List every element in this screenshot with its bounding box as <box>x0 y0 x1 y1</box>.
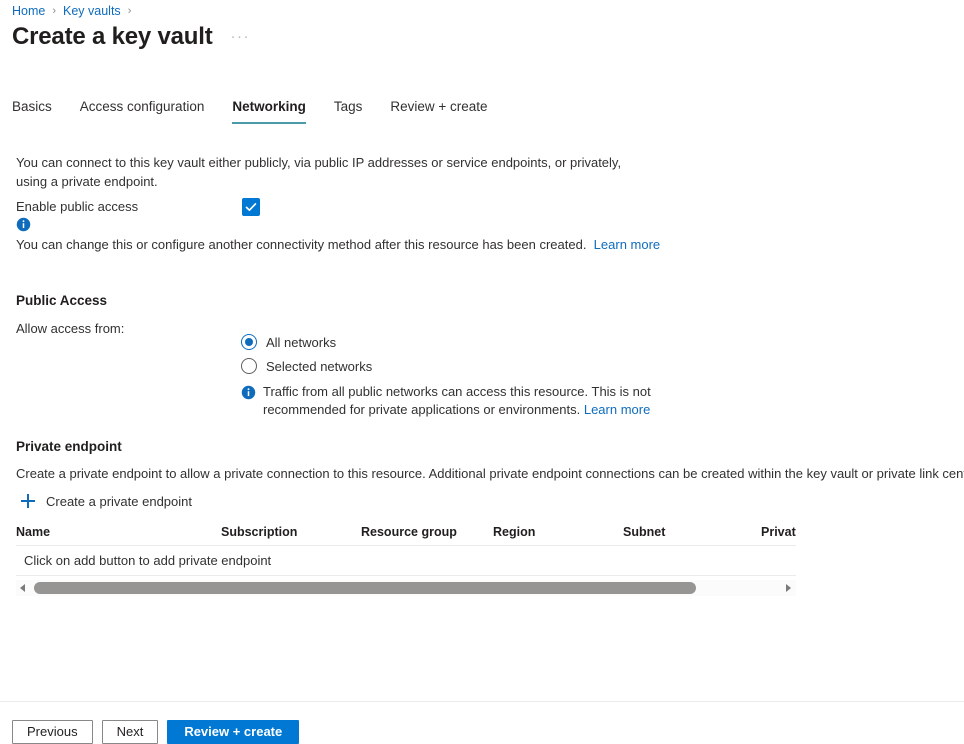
enable-public-access-checkbox[interactable] <box>242 198 260 216</box>
tab-access-configuration[interactable]: Access configuration <box>80 98 205 124</box>
info-icon <box>241 385 256 405</box>
column-header-region[interactable]: Region <box>493 525 623 539</box>
radio-option-all-networks[interactable]: All networks <box>241 330 372 354</box>
allow-access-from-radio-group: All networks Selected networks <box>241 330 372 378</box>
scroll-left-arrow-icon[interactable] <box>16 580 32 596</box>
column-header-private-dns-zone[interactable]: Private DNS Zone <box>761 525 796 539</box>
column-header-name[interactable]: Name <box>16 525 221 539</box>
breadcrumb: Home › Key vaults › <box>12 2 138 20</box>
enable-public-access-row: Enable public access <box>16 198 656 218</box>
plus-icon <box>20 493 36 509</box>
breadcrumb-item-key-vaults[interactable]: Key vaults <box>63 4 121 18</box>
radio-all-networks-label: All networks <box>266 335 336 350</box>
wizard-footer: Previous Next Review + create <box>12 720 308 744</box>
public-access-info-note: You can change this or configure another… <box>16 216 696 232</box>
public-access-heading: Public Access <box>16 293 107 308</box>
enable-public-access-label: Enable public access <box>16 199 138 214</box>
column-header-resource-group[interactable]: Resource group <box>361 525 493 539</box>
breadcrumb-item-home[interactable]: Home <box>12 4 45 18</box>
scrollbar-track[interactable] <box>34 582 778 594</box>
private-endpoint-heading: Private endpoint <box>16 439 122 454</box>
private-endpoint-description: Create a private endpoint to allow a pri… <box>16 465 964 483</box>
next-button[interactable]: Next <box>102 720 159 744</box>
radio-selected-networks-indicator[interactable] <box>241 358 257 374</box>
breadcrumb-separator-icon: › <box>52 5 56 17</box>
tab-tags[interactable]: Tags <box>334 98 363 124</box>
traffic-note-text: Traffic from all public networks can acc… <box>263 383 693 419</box>
private-endpoints-table: Name Subscription Resource group Region … <box>16 519 796 576</box>
column-header-subscription[interactable]: Subscription <box>221 525 361 539</box>
networking-intro-text: You can connect to this key vault either… <box>16 153 644 191</box>
private-endpoint-description-text: Create a private endpoint to allow a pri… <box>16 466 964 481</box>
wizard-tabs: Basics Access configuration Networking T… <box>12 98 516 126</box>
traffic-info-note: Traffic from all public networks can acc… <box>241 383 693 419</box>
public-access-note-text: You can change this or configure another… <box>16 236 660 254</box>
column-header-subnet[interactable]: Subnet <box>623 525 761 539</box>
tab-basics[interactable]: Basics <box>12 98 52 124</box>
breadcrumb-separator-icon: › <box>128 5 132 17</box>
table-horizontal-scrollbar[interactable] <box>16 580 796 596</box>
tab-review-create[interactable]: Review + create <box>390 98 487 124</box>
table-empty-row: Click on add button to add private endpo… <box>16 546 796 576</box>
scrollbar-thumb[interactable] <box>34 582 696 594</box>
traffic-note-learn-more-link[interactable]: Learn more <box>584 402 650 417</box>
table-header-row: Name Subscription Resource group Region … <box>16 519 796 546</box>
scroll-right-arrow-icon[interactable] <box>780 580 796 596</box>
allow-access-from-label: Allow access from: <box>16 321 124 336</box>
change-note-learn-more-link[interactable]: Learn more <box>594 237 660 252</box>
more-options-icon[interactable]: ··· <box>231 30 251 44</box>
radio-option-selected-networks[interactable]: Selected networks <box>241 354 372 378</box>
radio-selected-networks-label: Selected networks <box>266 359 372 374</box>
table-empty-message: Click on add button to add private endpo… <box>24 553 271 568</box>
footer-divider <box>0 701 964 702</box>
change-note-text: You can change this or configure another… <box>16 237 586 252</box>
page-title: Create a key vault <box>12 22 213 52</box>
title-row: Create a key vault ··· <box>12 22 250 52</box>
create-private-endpoint-label: Create a private endpoint <box>46 494 192 509</box>
radio-all-networks-indicator[interactable] <box>241 334 257 350</box>
tab-networking[interactable]: Networking <box>232 98 306 124</box>
create-private-endpoint-button[interactable]: Create a private endpoint <box>20 491 192 511</box>
previous-button[interactable]: Previous <box>12 720 93 744</box>
review-create-button[interactable]: Review + create <box>167 720 299 744</box>
info-icon <box>16 217 31 232</box>
